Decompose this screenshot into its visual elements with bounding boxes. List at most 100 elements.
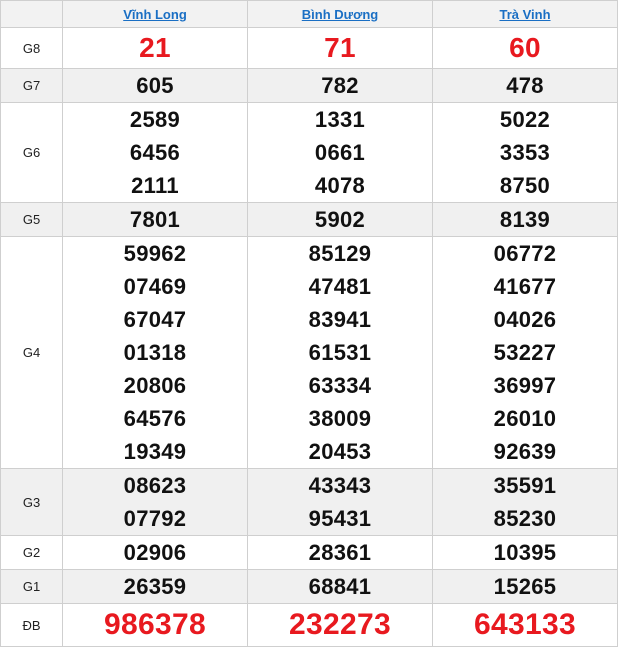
prize-number: 06772	[493, 241, 557, 266]
prize-cell: 1331 0661 4078	[247, 102, 433, 203]
prize-number: 43343	[308, 473, 372, 498]
prize-cell: 5902	[247, 202, 433, 237]
prize-number: 0661	[314, 140, 366, 165]
lottery-results-table: Vĩnh Long Bình Dương Trà Vinh G8 21 71 60 G7…	[0, 0, 618, 647]
prize-label: G5	[0, 202, 63, 237]
prize-number: 95431	[308, 506, 372, 531]
prize-cell: 643133	[432, 603, 618, 647]
prize-number: 02906	[123, 540, 187, 565]
prize-cell: 15265	[432, 569, 618, 604]
province-header: Trà Vinh	[432, 0, 618, 28]
province-header: Vĩnh Long	[62, 0, 248, 28]
prize-number: 20453	[308, 439, 372, 464]
prize-row-6: G2 02906 28361 10395	[0, 535, 618, 570]
prize-number: 35591	[493, 473, 557, 498]
prize-number: 232273	[289, 608, 391, 641]
prize-number: 15265	[493, 574, 557, 599]
prize-cell: 43343 95431	[247, 468, 433, 536]
prize-cell: 08623 07792	[62, 468, 248, 536]
prize-number: 38009	[308, 406, 372, 431]
province-header: Bình Dương	[247, 0, 433, 28]
prize-number: 47481	[308, 274, 372, 299]
prize-cell: 71	[247, 27, 433, 69]
prize-number: 64576	[123, 406, 187, 431]
prize-number: 8139	[499, 207, 551, 232]
prize-cell: 782	[247, 68, 433, 103]
province-link-vinh-long[interactable]: Vĩnh Long	[123, 7, 187, 22]
prize-row-4: G4 59962 07469 67047 01318 20806 64576 19349 851…	[0, 236, 618, 469]
prize-number: 85129	[308, 241, 372, 266]
prize-cell: 2589 6456 2111	[62, 102, 248, 203]
prize-row-3: G5 7801 5902 8139	[0, 202, 618, 237]
prize-number: 36997	[493, 373, 557, 398]
prize-cell: 35591 85230	[432, 468, 618, 536]
prize-number: 01318	[123, 340, 187, 365]
prize-row-5: G3 08623 07792 43343 95431 35591 85230	[0, 468, 618, 536]
prize-cell: 232273	[247, 603, 433, 647]
prize-label: G3	[0, 468, 63, 536]
prize-number: 10395	[493, 540, 557, 565]
prize-label: G1	[0, 569, 63, 604]
prize-number: 08623	[123, 473, 187, 498]
prize-number: 67047	[123, 307, 187, 332]
prize-number: 782	[321, 73, 359, 98]
province-link-binh-duong[interactable]: Bình Dương	[302, 7, 378, 22]
prize-number: 85230	[493, 506, 557, 531]
prize-number: 1331	[314, 107, 366, 132]
prize-row-1: G7 605 782 478	[0, 68, 618, 103]
prize-cell: 5022 3353 8750	[432, 102, 618, 203]
prize-number: 5022	[499, 107, 551, 132]
prize-cell: 26359	[62, 569, 248, 604]
prize-number: 478	[506, 73, 544, 98]
prize-row-8: ĐB 986378 232273 643133	[0, 603, 618, 647]
prize-number: 4078	[314, 173, 366, 198]
corner-cell	[0, 0, 63, 28]
prize-number: 83941	[308, 307, 372, 332]
province-link-tra-vinh[interactable]: Trà Vinh	[499, 7, 550, 22]
prize-number: 6456	[129, 140, 181, 165]
prize-number: 643133	[474, 608, 576, 641]
prize-label: G7	[0, 68, 63, 103]
prize-cell: 85129 47481 83941 61531 63334 38009 20453	[247, 236, 433, 469]
prize-number: 21	[139, 32, 171, 63]
prize-number: 5902	[314, 207, 366, 232]
prize-label: G2	[0, 535, 63, 570]
prize-cell: 605	[62, 68, 248, 103]
prize-cell: 478	[432, 68, 618, 103]
prize-cell: 60	[432, 27, 618, 69]
prize-number: 605	[136, 73, 174, 98]
prize-cell: 8139	[432, 202, 618, 237]
prize-label: G8	[0, 27, 63, 69]
prize-number: 63334	[308, 373, 372, 398]
prize-number: 28361	[308, 540, 372, 565]
prize-row-0: G8 21 71 60	[0, 27, 618, 69]
prize-label: G4	[0, 236, 63, 469]
prize-number: 04026	[493, 307, 557, 332]
prize-row-7: G1 26359 68841 15265	[0, 569, 618, 604]
prize-cell: 10395	[432, 535, 618, 570]
prize-label: G6	[0, 102, 63, 203]
prize-number: 2589	[129, 107, 181, 132]
prize-cell: 21	[62, 27, 248, 69]
prize-number: 92639	[493, 439, 557, 464]
prize-cell: 986378	[62, 603, 248, 647]
prize-number: 53227	[493, 340, 557, 365]
prize-number: 41677	[493, 274, 557, 299]
prize-number: 8750	[499, 173, 551, 198]
prize-number: 26010	[493, 406, 557, 431]
prize-cell: 7801	[62, 202, 248, 237]
prize-number: 59962	[123, 241, 187, 266]
prize-number: 7801	[129, 207, 181, 232]
prize-number: 2111	[131, 173, 179, 198]
prize-number: 61531	[308, 340, 372, 365]
prize-cell: 68841	[247, 569, 433, 604]
prize-number: 26359	[123, 574, 187, 599]
prize-number: 71	[324, 32, 356, 63]
prize-label: ĐB	[0, 603, 63, 647]
prize-cell: 59962 07469 67047 01318 20806 64576 19349	[62, 236, 248, 469]
prize-cell: 02906	[62, 535, 248, 570]
prize-cell: 28361	[247, 535, 433, 570]
prize-number: 19349	[123, 439, 187, 464]
prize-number: 07792	[123, 506, 187, 531]
prize-number: 07469	[123, 274, 187, 299]
